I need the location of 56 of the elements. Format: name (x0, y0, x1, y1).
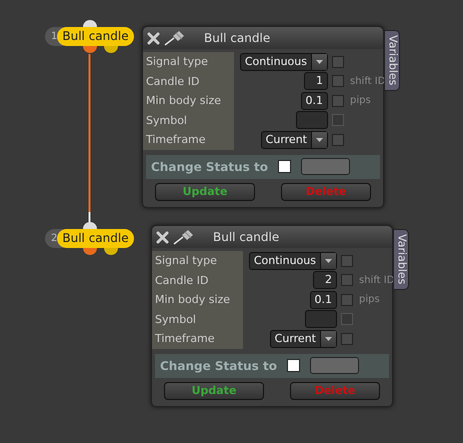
input-field[interactable]: 0.1 (310, 290, 337, 309)
field-note: pips (350, 95, 371, 106)
dropdown[interactable]: Continuous (248, 252, 337, 270)
status-label: Change Status to (160, 358, 277, 374)
pin-icon[interactable] (164, 30, 186, 46)
node-label[interactable]: Bull candle (57, 27, 134, 46)
caret-icon (325, 258, 332, 263)
port-icon[interactable] (104, 248, 118, 255)
checkbox[interactable] (278, 160, 291, 173)
caret-icon (316, 60, 323, 64)
checkbox[interactable] (341, 274, 353, 286)
close-icon[interactable] (147, 32, 160, 44)
field-label: Signal type (152, 251, 243, 270)
dropdown[interactable]: Current (270, 330, 337, 348)
input-field[interactable] (310, 357, 359, 374)
panel-title: Bull candle (213, 229, 280, 246)
field-label: Candle ID (143, 72, 234, 91)
close-icon[interactable] (156, 230, 169, 244)
input-field[interactable]: 0.1 (300, 92, 328, 110)
checkbox[interactable] (332, 134, 344, 146)
dropdown[interactable]: Continuous (240, 52, 328, 71)
side-tab[interactable]: Variables (384, 30, 400, 91)
checkbox[interactable] (332, 75, 344, 88)
input-field[interactable] (296, 111, 328, 130)
caret-icon (316, 138, 323, 142)
checkbox[interactable] (341, 332, 353, 345)
field-label: Symbol (152, 310, 243, 329)
checkbox[interactable] (341, 254, 353, 267)
port-icon[interactable] (82, 248, 96, 255)
input-field[interactable] (300, 158, 350, 175)
checkbox[interactable] (341, 294, 353, 306)
checkbox[interactable] (286, 359, 300, 372)
checkbox[interactable] (332, 94, 344, 107)
caret-icon (325, 336, 332, 341)
panel-title: Bull candle (204, 30, 270, 47)
node-label[interactable]: Bull candle (57, 229, 134, 248)
field-label: Timeframe (143, 130, 234, 150)
pin-icon[interactable] (173, 229, 195, 245)
port-icon[interactable] (82, 222, 96, 229)
port-icon[interactable] (82, 46, 96, 53)
field-note: pips (359, 294, 380, 306)
input-field[interactable]: 2 (313, 271, 337, 290)
dropdown[interactable]: Current (260, 130, 328, 149)
field-label: Min body size (143, 91, 234, 110)
field-label: Signal type (143, 52, 234, 72)
status-label: Change Status to (151, 158, 268, 176)
field-label: Candle ID (152, 270, 243, 290)
port-icon[interactable] (82, 20, 96, 27)
field-label: Timeframe (152, 329, 243, 348)
field-label: Symbol (143, 110, 234, 130)
checkbox[interactable] (332, 56, 344, 68)
input-field[interactable]: 1 (304, 72, 328, 90)
side-tab[interactable]: Variables (393, 229, 409, 290)
input-field[interactable] (305, 310, 337, 328)
port-icon[interactable] (104, 46, 118, 53)
field-label: Min body size (152, 290, 243, 310)
